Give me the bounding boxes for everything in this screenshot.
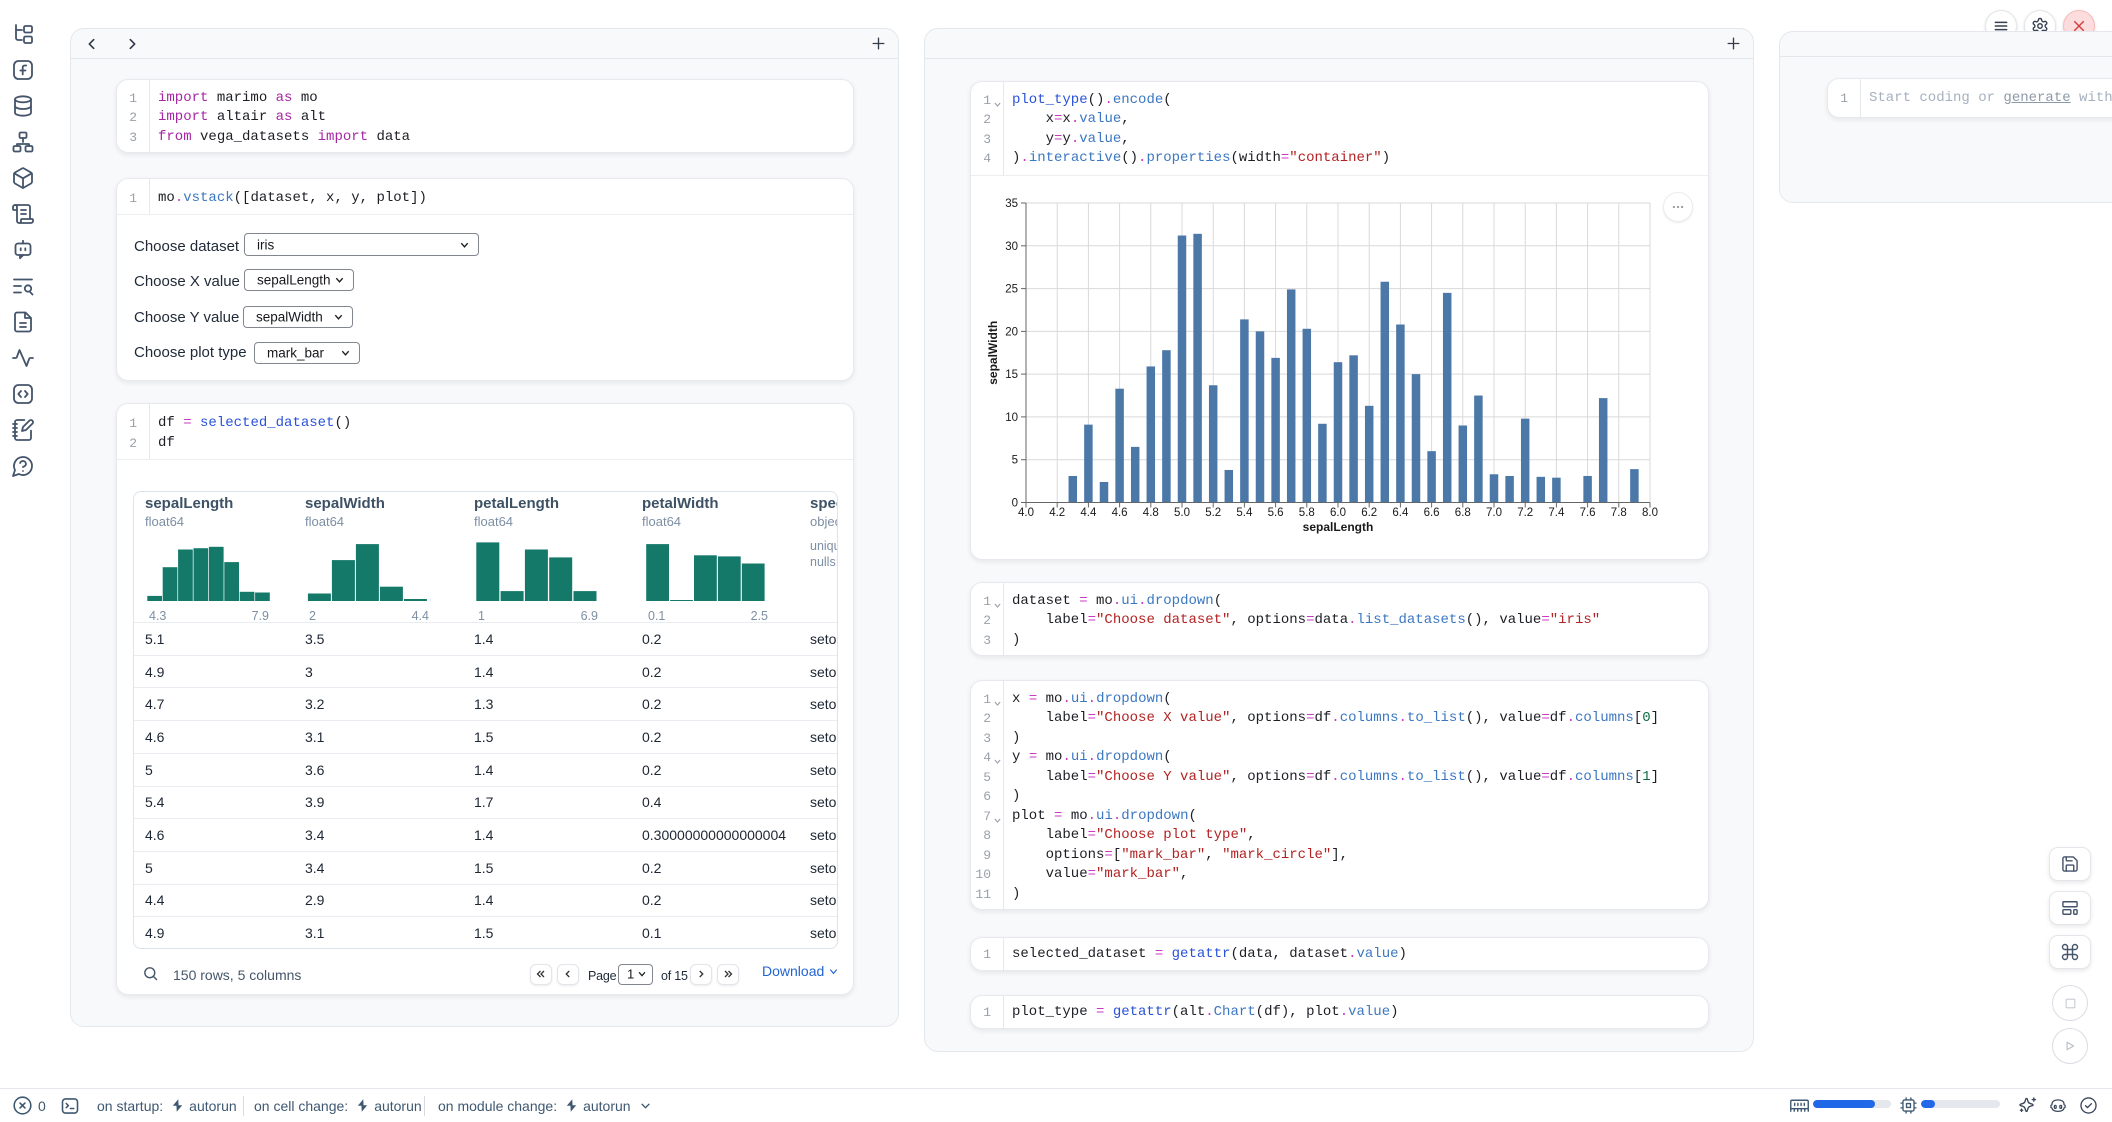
svg-text:35: 35 [1005, 198, 1018, 210]
svg-text:5.2: 5.2 [1205, 507, 1221, 519]
svg-text:sepalWidth: sepalWidth [986, 321, 1000, 385]
svg-text:8.0: 8.0 [1642, 507, 1658, 519]
svg-text:6.8: 6.8 [1455, 507, 1471, 519]
svg-text:6.0: 6.0 [1330, 507, 1346, 519]
svg-text:5.8: 5.8 [1299, 507, 1315, 519]
svg-text:0: 0 [1012, 498, 1018, 510]
svg-text:7.2: 7.2 [1517, 507, 1533, 519]
svg-text:5.6: 5.6 [1268, 507, 1284, 519]
svg-text:4.4: 4.4 [1080, 507, 1097, 519]
svg-text:6.4: 6.4 [1392, 507, 1409, 519]
svg-text:7.0: 7.0 [1486, 507, 1502, 519]
svg-text:10: 10 [1005, 412, 1018, 424]
svg-text:4.6: 4.6 [1112, 507, 1128, 519]
svg-text:4.8: 4.8 [1143, 507, 1159, 519]
svg-text:5.0: 5.0 [1174, 507, 1190, 519]
svg-text:6.2: 6.2 [1361, 507, 1377, 519]
svg-text:7.6: 7.6 [1580, 507, 1596, 519]
svg-text:15: 15 [1005, 369, 1018, 381]
svg-text:4.2: 4.2 [1049, 507, 1065, 519]
svg-text:30: 30 [1005, 241, 1018, 253]
svg-text:5: 5 [1012, 455, 1018, 467]
svg-text:20: 20 [1005, 326, 1018, 338]
svg-text:4.0: 4.0 [1018, 507, 1034, 519]
svg-text:7.8: 7.8 [1611, 507, 1627, 519]
svg-text:7.4: 7.4 [1548, 507, 1565, 519]
svg-text:sepalLength: sepalLength [1303, 520, 1374, 534]
svg-text:25: 25 [1005, 284, 1018, 296]
svg-text:6.6: 6.6 [1424, 507, 1440, 519]
svg-text:5.4: 5.4 [1236, 507, 1253, 519]
